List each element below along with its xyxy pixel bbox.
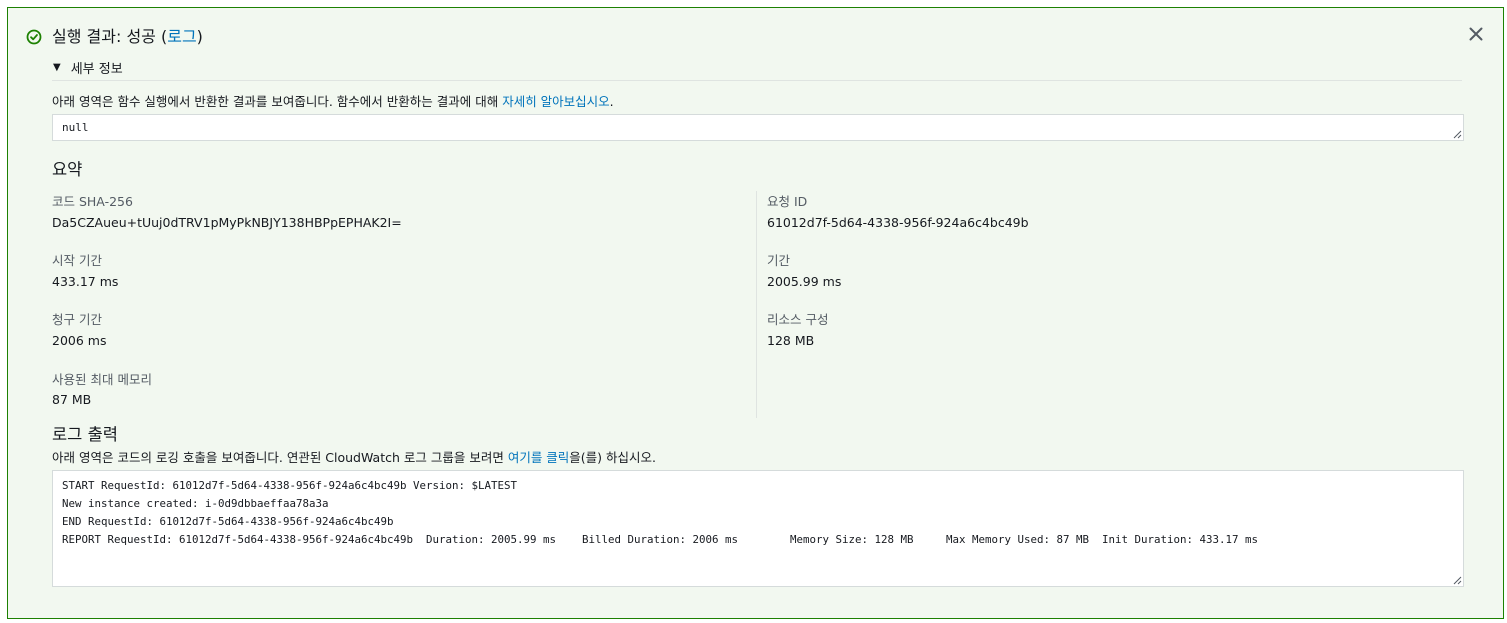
details-toggle-label: 세부 정보 xyxy=(70,62,123,77)
resource-config-label: 리소스 구성 xyxy=(767,312,829,327)
billed-duration-label: 청구 기간 xyxy=(52,312,102,327)
result-title-prefix: 실행 결과: 성공 ( xyxy=(52,27,168,46)
resource-config-value: 128 MB xyxy=(767,333,815,348)
billed-duration-value: 2006 ms xyxy=(52,333,107,348)
log-output-heading: 로그 출력 xyxy=(52,425,118,444)
log-output-textarea[interactable]: START RequestId: 61012d7f-5d64-4338-956f… xyxy=(52,470,1464,587)
result-description-text: 아래 영역은 함수 실행에서 반환한 결과를 보여줍니다. 함수에서 반환하는 … xyxy=(52,94,503,109)
request-id-value: 61012d7f-5d64-4338-956f-924a6c4bc49b xyxy=(767,215,1029,230)
learn-more-link[interactable]: 자세히 알아보십시오 xyxy=(502,94,609,109)
summary-heading: 요약 xyxy=(52,160,83,179)
log-line: REPORT RequestId: 61012d7f-5d64-4338-956… xyxy=(62,533,1259,546)
resize-handle-icon[interactable] xyxy=(1452,129,1462,139)
log-description-end: 을(를) 하십시오. xyxy=(569,450,656,465)
code-sha-label: 코드 SHA-256 xyxy=(52,194,133,209)
max-memory-label: 사용된 최대 메모리 xyxy=(52,372,152,387)
log-line: START RequestId: 61012d7f-5d64-4338-956f… xyxy=(62,479,518,492)
close-button[interactable] xyxy=(1466,25,1486,45)
details-toggle[interactable]: ▼ 세부 정보 xyxy=(53,58,123,77)
log-description-text: 아래 영역은 코드의 로깅 호출을 보여줍니다. 연관된 CloudWatch … xyxy=(52,450,508,465)
caret-down-icon: ▼ xyxy=(53,62,61,73)
result-header: 실행 결과: 성공 (로그) xyxy=(26,26,203,48)
duration-value: 2005.99 ms xyxy=(767,274,842,289)
summary-column-divider xyxy=(756,191,757,418)
close-icon xyxy=(1469,26,1483,45)
max-memory-value: 87 MB xyxy=(52,392,92,407)
result-title-suffix: ) xyxy=(196,27,203,46)
duration-label: 기간 xyxy=(767,253,791,268)
log-line: END RequestId: 61012d7f-5d64-4338-956f-9… xyxy=(62,515,394,528)
result-output-textarea[interactable]: null xyxy=(52,114,1464,141)
execution-result-panel: 실행 결과: 성공 (로그) ▼ 세부 정보 아래 영역은 함수 실행에서 반환… xyxy=(7,7,1504,619)
details-divider xyxy=(52,80,1462,81)
result-description-end: . xyxy=(609,94,614,109)
init-duration-label: 시작 기간 xyxy=(52,253,102,268)
request-id-label: 요청 ID xyxy=(767,194,808,209)
result-description: 아래 영역은 함수 실행에서 반환한 결과를 보여줍니다. 함수에서 반환하는 … xyxy=(52,91,614,110)
log-link[interactable]: 로그 xyxy=(167,27,196,46)
log-description: 아래 영역은 코드의 로깅 호출을 보여줍니다. 연관된 CloudWatch … xyxy=(52,447,656,466)
cloudwatch-link[interactable]: 여기를 클릭 xyxy=(508,450,569,465)
init-duration-value: 433.17 ms xyxy=(52,274,119,289)
check-circle-icon xyxy=(26,29,42,45)
result-output-value: null xyxy=(62,121,89,134)
resize-handle-icon[interactable] xyxy=(1452,575,1462,585)
code-sha-value: Da5CZAueu+tUuj0dTRV1pMyPkNBJY138HBPpEPHA… xyxy=(52,215,402,230)
log-line: New instance created: i-0d9dbbaeffaa78a3… xyxy=(62,497,329,510)
result-title: 실행 결과: 성공 (로그) xyxy=(52,26,203,48)
